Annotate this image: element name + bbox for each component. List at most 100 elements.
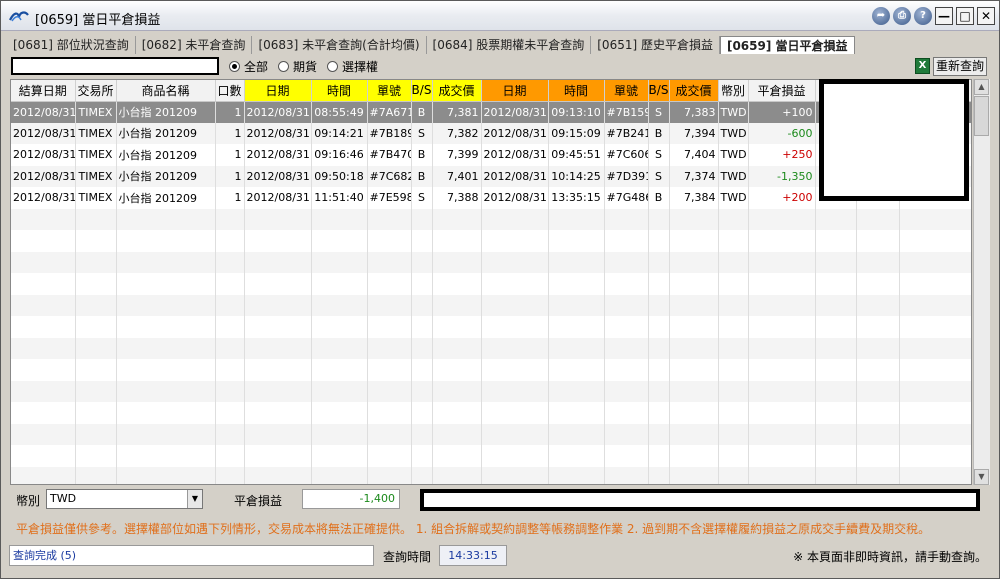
query-time-value: 14:33:15 [439,545,507,566]
table-cell [604,208,649,230]
col-header-lots[interactable]: 口數 [215,80,245,102]
table-cell [11,423,76,445]
table-row[interactable] [11,359,971,381]
table-cell [244,230,312,252]
table-cell [604,273,649,295]
col-header-open-price[interactable]: 成交價 [432,80,482,102]
table-row[interactable] [11,230,971,252]
table-cell [75,466,117,484]
table-cell: B [411,144,433,166]
scroll-down-icon[interactable]: ▼ [974,469,989,485]
col-header-close-bs[interactable]: B/S [648,80,670,102]
table-row[interactable] [11,402,971,424]
table-cell: TIMEX [75,187,117,209]
col-header-close-time[interactable]: 時間 [548,80,605,102]
scroll-thumb[interactable] [974,96,989,136]
table-cell [481,359,549,381]
col-header-product-name[interactable]: 商品名稱 [116,80,216,102]
table-cell [244,466,312,484]
col-header-open-order[interactable]: 單號 [367,80,412,102]
tab-0684[interactable]: [0684] 股票期權未平倉查詢 [427,36,592,54]
table-cell: #7B470 [367,144,412,166]
table-cell [215,466,245,484]
table-cell: B [411,101,433,123]
table-cell: 2012/08/31 [11,165,76,187]
table-row[interactable] [11,273,971,295]
table-cell [748,294,816,316]
tab-0681[interactable]: [0681] 部位狀況查詢 [7,36,136,54]
col-header-open-time[interactable]: 時間 [311,80,368,102]
table-cell [481,273,549,295]
table-cell [215,337,245,359]
radio-all[interactable] [229,61,240,72]
table-cell: 小台指 201209 [116,187,216,209]
filter-all-option[interactable]: 全部 [229,58,268,75]
col-header-pl[interactable]: 平倉損益 [748,80,816,102]
table-cell: #7E598 [367,187,412,209]
col-header-close-date[interactable]: 日期 [481,80,549,102]
table-cell [748,251,816,273]
table-cell [899,359,971,381]
scroll-up-icon[interactable]: ▲ [974,79,989,95]
window-title: [0659] 當日平倉損益 [35,13,161,28]
table-cell [411,316,433,338]
tab-0682[interactable]: [0682] 未平倉查詢 [136,36,253,54]
maximize-button[interactable]: □ [956,7,974,25]
close-button[interactable]: ✕ [977,7,995,25]
account-selector[interactable] [11,57,219,75]
col-header-open-date[interactable]: 日期 [244,80,312,102]
table-cell: #7B241 [604,122,649,144]
table-cell [604,423,649,445]
currency-label: 幣別 [16,494,41,508]
col-header-currency[interactable]: 幣別 [718,80,749,102]
help-icon[interactable]: ? [914,7,932,25]
tab-0651[interactable]: [0651] 歷史平倉損益 [591,36,720,54]
col-header-exchange[interactable]: 交易所 [75,80,117,102]
table-row[interactable] [11,423,971,445]
table-cell: +250 [748,144,816,166]
requery-button[interactable]: 重新查詢 [933,57,987,76]
table-cell [718,445,749,467]
table-cell [648,294,670,316]
excel-export-icon[interactable]: X [915,58,930,74]
col-header-close-order[interactable]: 單號 [604,80,649,102]
table-cell [215,423,245,445]
table-row[interactable] [11,466,971,484]
tab-0683[interactable]: [0683] 未平倉查詢(合計均價) [252,36,427,54]
table-cell [856,445,900,467]
table-cell [748,402,816,424]
table-cell [244,380,312,402]
print-icon[interactable]: ⎙ [893,7,911,25]
vertical-scrollbar[interactable]: ▲ ▼ [973,79,990,485]
table-row[interactable] [11,445,971,467]
table-row[interactable] [11,294,971,316]
table-cell [604,359,649,381]
export-icon[interactable]: ➦ [872,7,890,25]
col-header-settle-date[interactable]: 結算日期 [11,80,76,102]
table-row[interactable] [11,337,971,359]
table-cell: -1,350 [748,165,816,187]
table-row[interactable] [11,316,971,338]
table-row[interactable] [11,208,971,230]
table-cell [244,402,312,424]
table-row[interactable] [11,380,971,402]
table-cell: 2012/08/31 [244,122,312,144]
table-cell [856,273,900,295]
filter-options-option[interactable]: 選擇權 [327,58,378,75]
table-cell [648,380,670,402]
col-header-close-price[interactable]: 成交價 [669,80,719,102]
radio-options[interactable] [327,61,339,72]
filter-futures-option[interactable]: 期貨 [278,58,317,75]
table-cell [718,466,749,484]
table-row[interactable] [11,251,971,273]
table-cell: 2012/08/31 [244,101,312,123]
tab-0659[interactable]: [0659] 當日平倉損益 [719,36,855,54]
chevron-down-icon[interactable]: ▼ [187,490,202,508]
table-cell [815,251,857,273]
minimize-button[interactable]: — [935,7,953,25]
col-header-open-bs[interactable]: B/S [411,80,433,102]
radio-futures[interactable] [278,61,290,72]
currency-select[interactable]: TWD ▼ [46,489,203,509]
table-cell [856,230,900,252]
table-cell [367,359,412,381]
